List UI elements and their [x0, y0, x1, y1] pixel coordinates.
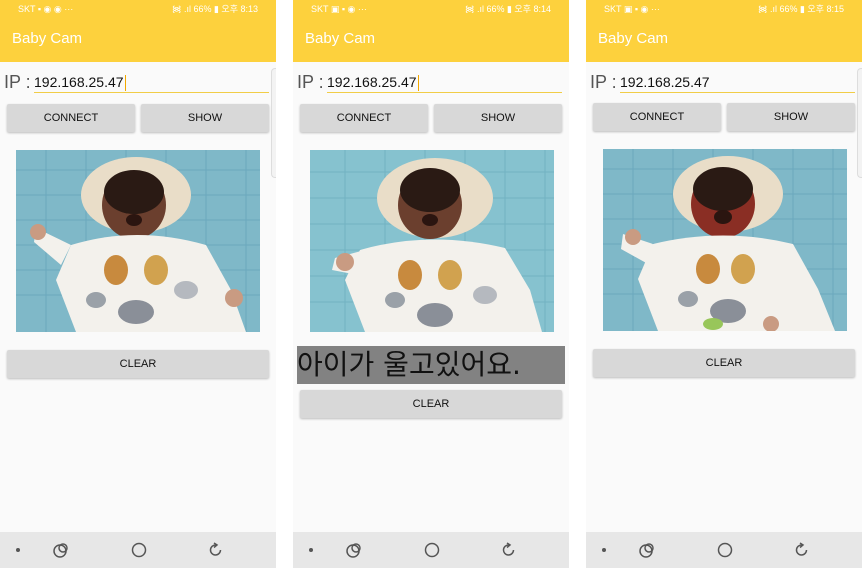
status-indicators: ᯼ .ıl 66% ▮ 오후 8:15	[757, 4, 844, 14]
back-icon[interactable]	[793, 541, 811, 559]
clear-button[interactable]: CLEAR	[300, 390, 562, 418]
home-icon[interactable]	[423, 541, 441, 559]
recent-apps-icon[interactable]	[345, 541, 363, 559]
status-indicators: ᯼ .ıl 66% ▮ 오후 8:14	[464, 4, 551, 14]
ip-label: IP :	[297, 72, 324, 92]
app-title: Baby Cam	[12, 30, 83, 47]
connect-button[interactable]: CONNECT	[593, 103, 721, 131]
back-icon[interactable]	[500, 541, 518, 559]
recent-apps-icon[interactable]	[52, 541, 70, 559]
connect-button[interactable]: CONNECT	[7, 104, 135, 132]
scroll-handle[interactable]	[271, 68, 276, 178]
show-button[interactable]: SHOW	[141, 104, 269, 132]
camera-image	[16, 150, 260, 332]
phone-screen-1: SKT ▪ ◉ ◉ ··· ᯼ .ıl 66% ▮ 오후 8:13 Baby C…	[0, 0, 276, 568]
status-carrier: SKT ▣ ▪ ◉ ···	[311, 4, 367, 14]
show-button[interactable]: SHOW	[434, 104, 562, 132]
crying-alert-message: 아이가 울고있어요.	[297, 346, 565, 384]
text-caret	[124, 75, 126, 92]
status-indicators: ᯼ .ıl 66% ▮ 오후 8:13	[171, 4, 258, 14]
recent-apps-icon[interactable]	[638, 541, 656, 559]
ip-label: IP :	[590, 72, 617, 92]
app-title: Baby Cam	[598, 30, 669, 47]
app-bar: Baby Cam	[293, 18, 569, 62]
clear-button[interactable]: CLEAR	[7, 350, 269, 378]
status-carrier: SKT ▪ ◉ ◉ ···	[18, 4, 74, 14]
connect-button[interactable]: CONNECT	[300, 104, 428, 132]
status-bar: SKT ▣ ▪ ◉ ··· ᯼ .ıl 66% ▮ 오후 8:15	[586, 0, 862, 18]
navigation-bar	[0, 532, 276, 568]
ip-value: 192.168.25.47	[327, 74, 417, 90]
back-icon[interactable]	[207, 541, 225, 559]
status-bar: SKT ▪ ◉ ◉ ··· ᯼ .ıl 66% ▮ 오후 8:13	[0, 0, 276, 18]
ip-value: 192.168.25.47	[34, 74, 124, 90]
status-carrier: SKT ▣ ▪ ◉ ···	[604, 4, 660, 14]
text-caret	[417, 75, 419, 92]
nav-dot-icon	[309, 548, 313, 552]
status-bar: SKT ▣ ▪ ◉ ··· ᯼ .ıl 66% ▮ 오후 8:14	[293, 0, 569, 18]
phone-screen-3: SKT ▣ ▪ ◉ ··· ᯼ .ıl 66% ▮ 오후 8:15 Baby C…	[586, 0, 862, 568]
app-title: Baby Cam	[305, 30, 376, 47]
app-bar: Baby Cam	[586, 18, 862, 62]
ip-input[interactable]: 192.168.25.47	[620, 72, 855, 93]
app-bar: Baby Cam	[0, 18, 276, 62]
phone-screen-2: SKT ▣ ▪ ◉ ··· ᯼ .ıl 66% ▮ 오후 8:14 Baby C…	[293, 0, 569, 568]
ip-input[interactable]: 192.168.25.47	[34, 72, 269, 93]
scroll-handle[interactable]	[857, 68, 862, 178]
navigation-bar	[586, 532, 862, 568]
home-icon[interactable]	[130, 541, 148, 559]
home-icon[interactable]	[716, 541, 734, 559]
ip-input[interactable]: 192.168.25.47	[327, 72, 562, 93]
camera-image	[603, 149, 847, 331]
camera-image	[310, 150, 554, 332]
navigation-bar	[293, 532, 569, 568]
ip-label: IP :	[4, 72, 31, 92]
show-button[interactable]: SHOW	[727, 103, 855, 131]
nav-dot-icon	[16, 548, 20, 552]
ip-value: 192.168.25.47	[620, 74, 710, 90]
clear-button[interactable]: CLEAR	[593, 349, 855, 377]
nav-dot-icon	[602, 548, 606, 552]
